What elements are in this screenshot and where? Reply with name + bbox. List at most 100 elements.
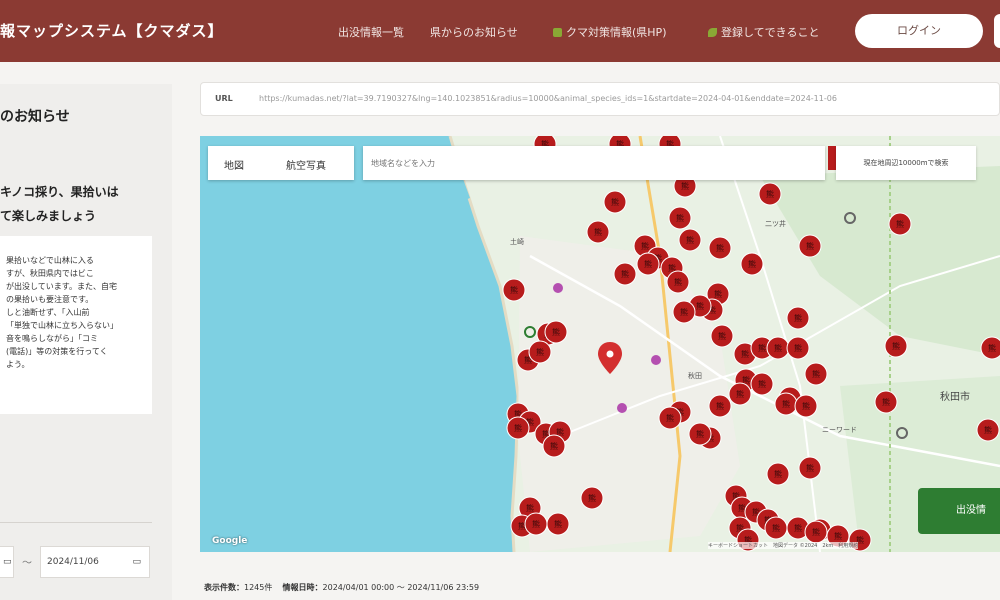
poi-icon[interactable]: [617, 403, 627, 413]
bear-sighting-marker[interactable]: 熊: [506, 416, 530, 440]
bear-marker-icon: 熊: [526, 503, 534, 513]
bear-sighting-marker[interactable]: 熊: [580, 486, 604, 510]
map-search-box[interactable]: [363, 146, 825, 180]
bear-marker-icon: 熊: [674, 277, 682, 287]
bear-marker-icon: 熊: [882, 397, 890, 407]
bear-sighting-marker[interactable]: 熊: [502, 278, 526, 302]
bear-marker-icon: 熊: [611, 197, 619, 207]
bear-sighting-marker[interactable]: 熊: [613, 262, 637, 286]
end-date-input[interactable]: 2024/11/06 ▭: [40, 546, 150, 578]
bear-sighting-marker[interactable]: 熊: [708, 394, 732, 418]
bear-sighting-marker[interactable]: 熊: [668, 206, 692, 230]
bear-sighting-marker[interactable]: 熊: [774, 392, 798, 416]
place-label: 秋田: [688, 371, 702, 380]
bear-sighting-marker[interactable]: 熊: [888, 212, 912, 236]
nav-register-benefits[interactable]: 登録してできること: [708, 24, 819, 40]
login-button[interactable]: ログイン: [855, 14, 983, 48]
url-value[interactable]: https://kumadas.net/?lat=39.7190327&lng=…: [259, 94, 999, 103]
bear-marker-icon: 熊: [588, 493, 596, 503]
bear-sighting-marker[interactable]: 熊: [750, 372, 774, 396]
tab-map[interactable]: 地図: [224, 157, 244, 172]
bear-sighting-marker[interactable]: 熊: [544, 320, 568, 344]
bear-sighting-marker[interactable]: 熊: [603, 190, 627, 214]
bear-sighting-marker[interactable]: 熊: [586, 220, 610, 244]
map-view[interactable]: 秋田市 二ツ井 土崎 秋田 ニーワード 熊熊熊熊熊熊熊熊熊熊熊熊熊熊熊熊熊熊熊熊…: [200, 136, 1000, 552]
bear-sighting-marker[interactable]: 熊: [786, 306, 810, 330]
register-button-edge[interactable]: [994, 14, 1000, 48]
start-date-input[interactable]: ▭: [0, 546, 14, 578]
share-url-bar[interactable]: URL https://kumadas.net/?lat=39.7190327&…: [200, 82, 1000, 116]
bear-sighting-marker[interactable]: 熊: [804, 520, 828, 544]
bear-sighting-marker[interactable]: 熊: [710, 324, 734, 348]
bear-marker-icon: 熊: [806, 463, 814, 473]
bear-sighting-marker[interactable]: 熊: [688, 422, 712, 446]
bear-sighting-marker[interactable]: 熊: [874, 390, 898, 414]
site-title[interactable]: 報マップシステム【クマダス】: [0, 20, 224, 41]
news-headline-line: て楽しみましょう: [0, 209, 97, 223]
bear-sighting-marker[interactable]: 熊: [798, 456, 822, 480]
poi-icon[interactable]: [553, 283, 563, 293]
bear-sighting-marker[interactable]: 熊: [658, 406, 682, 430]
place-label: 土崎: [510, 237, 524, 246]
nav-sightings-list[interactable]: 出没情報一覧: [338, 24, 404, 40]
bear-sighting-marker[interactable]: 熊: [794, 394, 818, 418]
nav-bear-measures[interactable]: クマ対策情報(県HP): [553, 24, 667, 40]
bear-marker-icon: 熊: [718, 331, 726, 341]
bear-marker-icon: 熊: [594, 227, 602, 237]
nav-prefecture-news[interactable]: 県からのお知らせ: [430, 24, 518, 40]
bear-sighting-marker[interactable]: 熊: [980, 336, 1000, 360]
bear-sighting-marker[interactable]: 熊: [766, 336, 790, 360]
calendar-icon: ▭: [3, 557, 12, 567]
bear-marker-icon: 熊: [532, 519, 540, 529]
news-headline[interactable]: キノコ採り、果拾いは て楽しみましょう: [0, 180, 150, 228]
bear-marker-icon: 熊: [984, 425, 992, 435]
place-label: 秋田市: [940, 390, 970, 403]
map-search-input[interactable]: [371, 155, 811, 171]
place-label: 二ツ井: [765, 219, 786, 228]
bear-sighting-marker[interactable]: 熊: [976, 418, 1000, 442]
bear-sighting-marker[interactable]: 熊: [672, 300, 696, 324]
poi-icon[interactable]: [651, 355, 661, 365]
bear-marker-icon: 熊: [696, 429, 704, 439]
map-attribution[interactable]: キーボードショートカット 地図データ ©2024 2km 利用規約: [708, 542, 859, 549]
bear-marker-icon: 熊: [794, 313, 802, 323]
report-sighting-button[interactable]: 出没情: [918, 488, 1000, 534]
bear-marker-icon: 熊: [812, 527, 820, 537]
bear-sighting-marker[interactable]: 熊: [528, 340, 552, 364]
map-search-button[interactable]: [828, 146, 836, 170]
bear-sighting-marker[interactable]: 熊: [666, 270, 690, 294]
news-card: 果拾いなどで山林に入る すが、秋田県内ではビこ が出没しています。また、自宅 の…: [0, 236, 152, 414]
bear-marker-icon: 熊: [896, 219, 904, 229]
bear-sighting-marker[interactable]: 熊: [766, 462, 790, 486]
map-canvas[interactable]: 秋田市 二ツ井 土崎 秋田 ニーワード 熊熊熊熊熊熊熊熊熊熊熊熊熊熊熊熊熊熊熊熊…: [200, 136, 1000, 552]
bear-sighting-marker[interactable]: 熊: [740, 252, 764, 276]
radius-search-button[interactable]: 現在地周辺10000mで検索: [836, 146, 976, 180]
bear-sighting-marker[interactable]: 熊: [546, 512, 570, 536]
calendar-icon: ▭: [132, 557, 141, 567]
bear-sighting-marker[interactable]: 熊: [678, 228, 702, 252]
bear-sighting-marker[interactable]: 熊: [804, 362, 828, 386]
bear-sighting-marker[interactable]: 熊: [884, 334, 908, 358]
tab-satellite[interactable]: 航空写真: [286, 157, 326, 172]
location-pin-dot: [606, 350, 614, 358]
bear-sighting-marker[interactable]: 熊: [798, 234, 822, 258]
divider: [0, 522, 152, 523]
bear-marker-icon: 熊: [834, 531, 842, 541]
bear-marker-icon: 熊: [676, 213, 684, 223]
news-body-line: 「単独で山林に立ち入らない」: [6, 321, 118, 330]
bear-sighting-marker[interactable]: 熊: [636, 252, 660, 276]
bear-marker-icon: 熊: [988, 343, 996, 353]
bear-marker-icon: 熊: [766, 189, 774, 199]
bear-marker-icon: 熊: [892, 341, 900, 351]
bear-sighting-marker[interactable]: 熊: [542, 434, 566, 458]
bear-sighting-marker[interactable]: 熊: [764, 516, 788, 540]
bear-sighting-marker[interactable]: 熊: [708, 236, 732, 260]
count-value: 1245件: [244, 583, 273, 592]
news-panel: のお知らせ キノコ採り、果拾いは て楽しみましょう 果拾いなどで山林に入る すが…: [0, 84, 172, 600]
bear-sighting-marker[interactable]: 熊: [786, 336, 810, 360]
bear-sighting-marker[interactable]: 熊: [524, 512, 548, 536]
news-body-line: (電話)」等の対策を行ってく: [6, 347, 108, 356]
bear-sighting-marker[interactable]: 熊: [728, 382, 752, 406]
bear-marker-icon: 熊: [774, 469, 782, 479]
bear-sighting-marker[interactable]: 熊: [758, 182, 782, 206]
